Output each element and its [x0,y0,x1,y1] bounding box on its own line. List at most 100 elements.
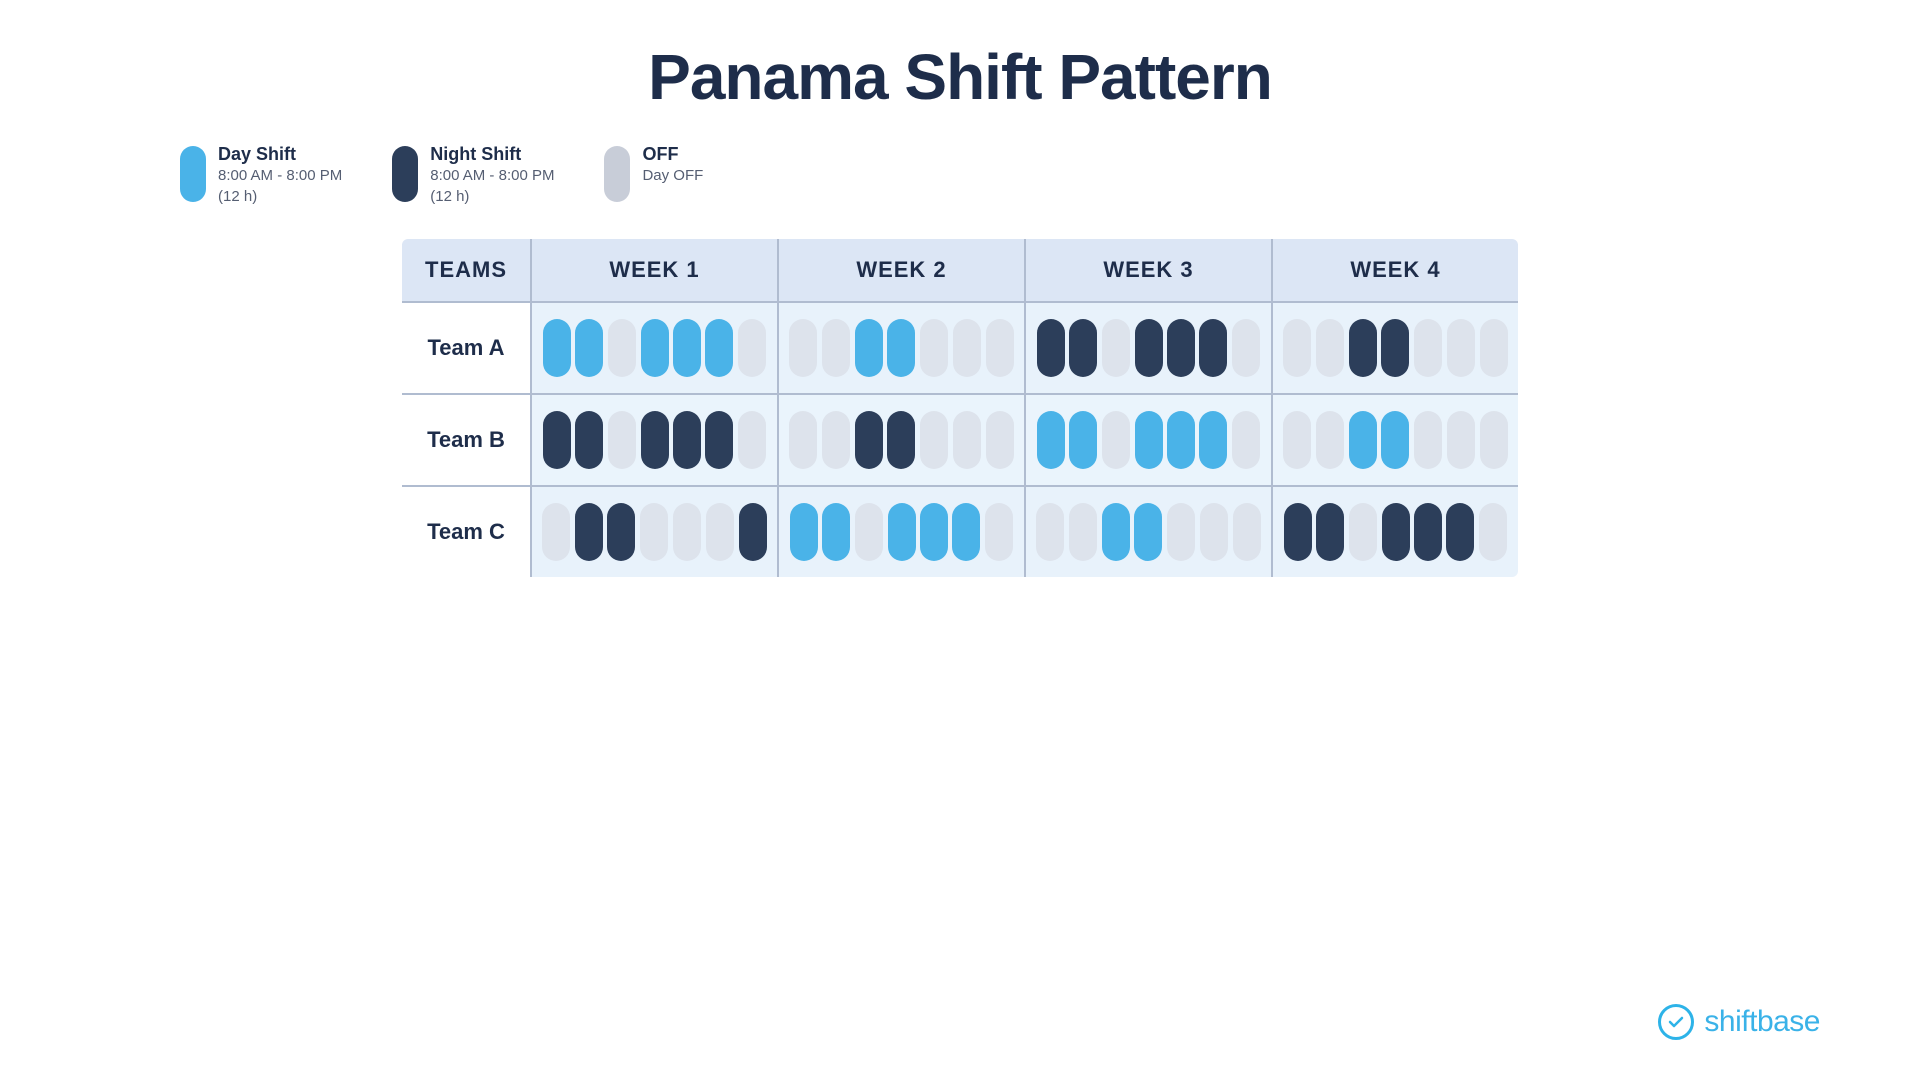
pill [739,503,767,561]
pill [1283,319,1311,377]
pill [640,503,668,561]
pill [1037,319,1065,377]
pill [1069,319,1097,377]
pill [1349,319,1377,377]
pill [920,319,948,377]
pill [641,411,669,469]
pill [673,319,701,377]
pill [1382,503,1410,561]
pill [608,319,636,377]
pill [608,411,636,469]
pill [855,319,883,377]
day-shift-time: 8:00 AM - 8:00 PM(12 h) [218,165,342,207]
pill [822,319,850,377]
team-b-week3 [1025,394,1272,486]
team-a-week4 [1272,302,1519,394]
pill [855,411,883,469]
pill [1167,411,1195,469]
team-a-week2 [778,302,1025,394]
legend-night: Night Shift 8:00 AM - 8:00 PM(12 h) [392,144,554,207]
pill [673,503,701,561]
pill [790,503,818,561]
pill [789,319,817,377]
pill [1102,503,1130,561]
off-subtitle: Day OFF [642,165,703,186]
night-shift-time: 8:00 AM - 8:00 PM(12 h) [430,165,554,207]
pill [706,503,734,561]
pill [1199,319,1227,377]
pill [1167,503,1195,561]
pill [1232,319,1260,377]
schedule-table: TEAMS WEEK 1 WEEK 2 WEEK 3 WEEK 4 Team A [400,237,1520,579]
pill [575,411,603,469]
legend-off: OFF Day OFF [604,144,703,207]
pill [855,503,883,561]
pill [641,319,669,377]
legend: Day Shift 8:00 AM - 8:00 PM(12 h) Night … [180,144,703,207]
pill [738,411,766,469]
pill [1414,503,1442,561]
pill [543,411,571,469]
col-header-week1: WEEK 1 [531,238,778,302]
pill [575,503,603,561]
pill [1284,503,1312,561]
pill [705,319,733,377]
pill [1381,319,1409,377]
day-shift-icon [180,146,206,202]
table-row: Team A [401,302,1519,394]
pill [1480,411,1508,469]
pill [1414,411,1442,469]
pill [1316,319,1344,377]
table-row: Team B [401,394,1519,486]
day-shift-label: Day Shift [218,144,342,165]
off-label: OFF [642,144,703,165]
team-a-week1 [531,302,778,394]
team-b-label: Team B [401,394,531,486]
pill [1316,411,1344,469]
pill [985,503,1013,561]
brand-area: shiftbase [1658,974,1820,1040]
pill [822,503,850,561]
pill [789,411,817,469]
pill [1447,411,1475,469]
pill [1200,503,1228,561]
table-row: Team C [401,486,1519,578]
pill [1102,411,1130,469]
pill [1102,319,1130,377]
pill [1349,411,1377,469]
pill [1283,411,1311,469]
night-shift-label: Night Shift [430,144,554,165]
pill [920,503,948,561]
off-icon [604,146,630,202]
team-c-week1 [531,486,778,578]
pill [1233,503,1261,561]
col-header-week2: WEEK 2 [778,238,1025,302]
pill [952,503,980,561]
team-c-week3 [1025,486,1272,578]
team-a-label: Team A [401,302,531,394]
team-c-label: Team C [401,486,531,578]
pill [1069,503,1097,561]
pill [986,319,1014,377]
brand-icon [1658,1004,1694,1040]
pill [1167,319,1195,377]
team-a-week3 [1025,302,1272,394]
pill [920,411,948,469]
pill [953,319,981,377]
pill [1134,503,1162,561]
team-b-week1 [531,394,778,486]
pill [986,411,1014,469]
pill [1349,503,1377,561]
pill [1135,411,1163,469]
pill [542,503,570,561]
pill [1446,503,1474,561]
pill [1414,319,1442,377]
pill [1037,411,1065,469]
pill [738,319,766,377]
legend-day: Day Shift 8:00 AM - 8:00 PM(12 h) [180,144,342,207]
col-header-week4: WEEK 4 [1272,238,1519,302]
pill [1232,411,1260,469]
pill [822,411,850,469]
pill [607,503,635,561]
pill [1316,503,1344,561]
